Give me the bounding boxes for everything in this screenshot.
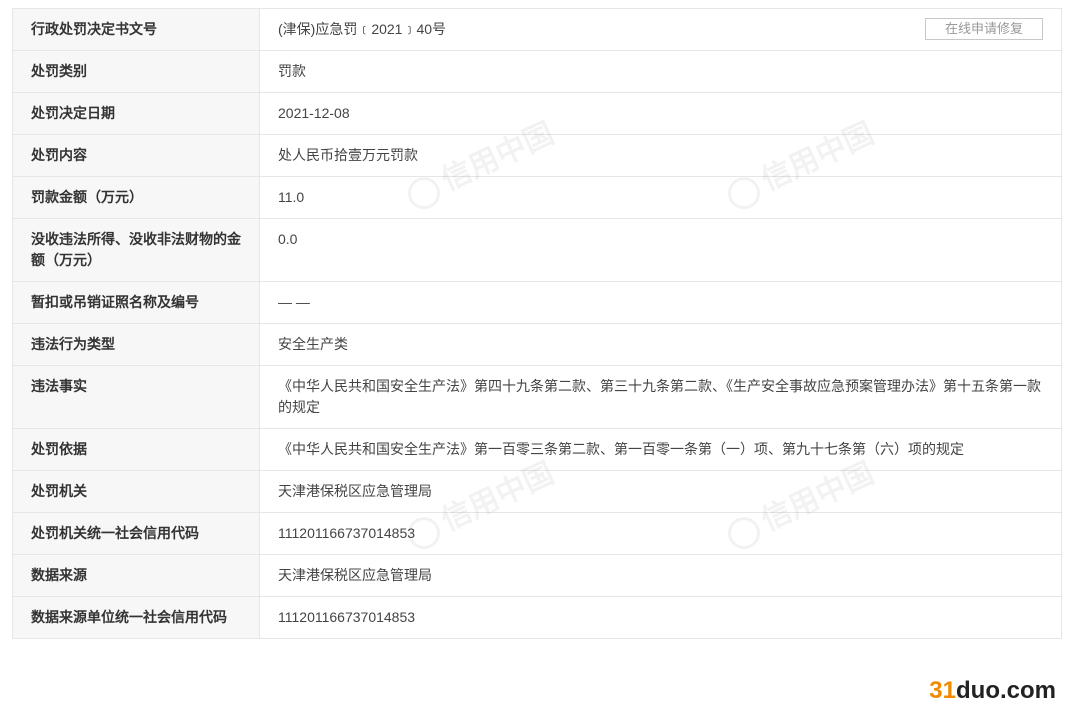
table-row: 处罚机关 天津港保税区应急管理局 [12,470,1062,513]
field-value: 11.0 [259,176,1062,219]
table-row: 违法事实 《中华人民共和国安全生产法》第四十九条第二款、第三十九条第二款、《生产… [12,365,1062,429]
field-label: 数据来源 [12,554,260,597]
site-logo: 31duo.com [929,677,1056,705]
field-value: 《中华人民共和国安全生产法》第四十九条第二款、第三十九条第二款、《生产安全事故应… [259,365,1062,429]
field-label: 违法行为类型 [12,323,260,366]
field-value: — — [259,281,1062,324]
field-label: 处罚决定日期 [12,92,260,135]
penalty-info-table: 行政处罚决定书文号 (津保)应急罚﹝2021﹞40号 在线申请修复 处罚类别 罚… [12,8,1062,639]
field-value-cell: (津保)应急罚﹝2021﹞40号 在线申请修复 [259,8,1062,51]
site-logo-number: 31 [929,677,956,704]
field-label: 暂扣或吊销证照名称及编号 [12,281,260,324]
field-value: 安全生产类 [259,323,1062,366]
field-value: 罚款 [259,50,1062,93]
field-label: 处罚依据 [12,428,260,471]
field-label: 罚款金额（万元） [12,176,260,219]
field-value: 《中华人民共和国安全生产法》第一百零三条第二款、第一百零一条第（一）项、第九十七… [259,428,1062,471]
field-value: 2021-12-08 [259,92,1062,135]
field-label: 处罚内容 [12,134,260,177]
field-label: 数据来源单位统一社会信用代码 [12,596,260,639]
field-value: (津保)应急罚﹝2021﹞40号 [278,21,447,37]
field-label: 行政处罚决定书文号 [12,8,260,51]
table-row: 处罚机关统一社会信用代码 111201166737014853 [12,512,1062,555]
table-row: 行政处罚决定书文号 (津保)应急罚﹝2021﹞40号 在线申请修复 [12,8,1062,51]
table-row: 数据来源单位统一社会信用代码 111201166737014853 [12,596,1062,639]
table-row: 没收违法所得、没收非法财物的金额（万元） 0.0 [12,218,1062,282]
site-logo-text: duo.com [956,677,1056,704]
field-label: 处罚类别 [12,50,260,93]
field-label: 没收违法所得、没收非法财物的金额（万元） [12,218,260,282]
field-label: 处罚机关统一社会信用代码 [12,512,260,555]
field-value: 天津港保税区应急管理局 [259,554,1062,597]
field-value: 处人民币拾壹万元罚款 [259,134,1062,177]
table-row: 数据来源 天津港保税区应急管理局 [12,554,1062,597]
table-row: 处罚决定日期 2021-12-08 [12,92,1062,135]
table-row: 处罚类别 罚款 [12,50,1062,93]
online-repair-button[interactable]: 在线申请修复 [925,18,1043,40]
table-row: 罚款金额（万元） 11.0 [12,176,1062,219]
field-value: 111201166737014853 [259,512,1062,555]
field-value: 天津港保税区应急管理局 [259,470,1062,513]
penalty-detail-panel: 行政处罚决定书文号 (津保)应急罚﹝2021﹞40号 在线申请修复 处罚类别 罚… [12,8,1062,639]
table-row: 违法行为类型 安全生产类 [12,323,1062,366]
table-row: 暂扣或吊销证照名称及编号 — — [12,281,1062,324]
table-row: 处罚依据 《中华人民共和国安全生产法》第一百零三条第二款、第一百零一条第（一）项… [12,428,1062,471]
field-value: 111201166737014853 [259,596,1062,639]
field-label: 违法事实 [12,365,260,429]
field-label: 处罚机关 [12,470,260,513]
table-row: 处罚内容 处人民币拾壹万元罚款 [12,134,1062,177]
field-value: 0.0 [259,218,1062,282]
